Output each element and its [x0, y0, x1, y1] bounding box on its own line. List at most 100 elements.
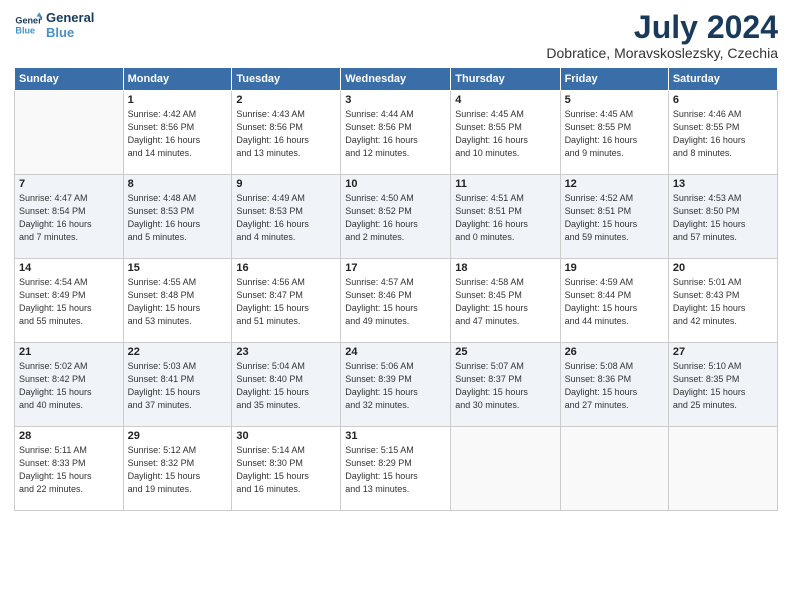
calendar-cell: 25Sunrise: 5:07 AM Sunset: 8:37 PM Dayli… [451, 343, 560, 427]
calendar-cell: 17Sunrise: 4:57 AM Sunset: 8:46 PM Dayli… [341, 259, 451, 343]
day-number: 14 [19, 262, 119, 274]
header: General Blue General Blue July 2024 Dobr… [14, 10, 778, 61]
day-number: 30 [236, 430, 336, 442]
calendar-week-row: 21Sunrise: 5:02 AM Sunset: 8:42 PM Dayli… [15, 343, 778, 427]
day-info: Sunrise: 5:07 AM Sunset: 8:37 PM Dayligh… [455, 360, 555, 412]
day-info: Sunrise: 4:51 AM Sunset: 8:51 PM Dayligh… [455, 192, 555, 244]
calendar-header-saturday: Saturday [668, 68, 777, 91]
day-info: Sunrise: 5:15 AM Sunset: 8:29 PM Dayligh… [345, 444, 446, 496]
subtitle: Dobratice, Moravskoslezsky, Czechia [546, 45, 778, 61]
day-number: 15 [128, 262, 228, 274]
day-number: 27 [673, 346, 773, 358]
calendar-week-row: 28Sunrise: 5:11 AM Sunset: 8:33 PM Dayli… [15, 427, 778, 511]
day-number: 23 [236, 346, 336, 358]
calendar-week-row: 1Sunrise: 4:42 AM Sunset: 8:56 PM Daylig… [15, 91, 778, 175]
day-number: 31 [345, 430, 446, 442]
day-info: Sunrise: 5:08 AM Sunset: 8:36 PM Dayligh… [565, 360, 664, 412]
day-info: Sunrise: 4:48 AM Sunset: 8:53 PM Dayligh… [128, 192, 228, 244]
calendar-cell: 29Sunrise: 5:12 AM Sunset: 8:32 PM Dayli… [123, 427, 232, 511]
calendar-cell: 21Sunrise: 5:02 AM Sunset: 8:42 PM Dayli… [15, 343, 124, 427]
day-number: 18 [455, 262, 555, 274]
day-info: Sunrise: 5:01 AM Sunset: 8:43 PM Dayligh… [673, 276, 773, 328]
calendar-cell: 26 Sunrise: 5:08 AM Sunset: 8:36 PM Dayli… [560, 343, 668, 427]
day-number: 24 [345, 346, 446, 358]
day-info: Sunrise: 4:57 AM Sunset: 8:46 PM Dayligh… [345, 276, 446, 328]
day-info: Sunrise: 5:06 AM Sunset: 8:39 PM Dayligh… [345, 360, 446, 412]
calendar-cell: 16 Sunrise: 4:56 AM Sunset: 8:47 PM Dayli… [232, 259, 341, 343]
day-info: Sunrise: 4:44 AM Sunset: 8:56 PM Dayligh… [345, 108, 446, 160]
day-info: Sunrise: 4:58 AM Sunset: 8:45 PM Dayligh… [455, 276, 555, 328]
calendar-cell: 2Sunrise: 4:43 AM Sunset: 8:56 PM Daylig… [232, 91, 341, 175]
svg-text:General: General [15, 16, 42, 26]
calendar-cell: 15 Sunrise: 4:55 AM Sunset: 8:48 PM Dayli… [123, 259, 232, 343]
day-number: 5 [565, 94, 664, 106]
logo: General Blue General Blue [14, 10, 94, 40]
calendar-cell: 8 Sunrise: 4:48 AM Sunset: 8:53 PM Daylig… [123, 175, 232, 259]
day-info: Sunrise: 4:52 AM Sunset: 8:51 PM Dayligh… [565, 192, 664, 244]
day-number: 13 [673, 178, 773, 190]
calendar-cell: 30 Sunrise: 5:14 AM Sunset: 8:30 PM Dayli… [232, 427, 341, 511]
title-block: July 2024 Dobratice, Moravskoslezsky, Cz… [546, 10, 778, 61]
day-number: 3 [345, 94, 446, 106]
calendar-header-wednesday: Wednesday [341, 68, 451, 91]
day-info: Sunrise: 5:04 AM Sunset: 8:40 PM Dayligh… [236, 360, 336, 412]
day-info: Sunrise: 5:10 AM Sunset: 8:35 PM Dayligh… [673, 360, 773, 412]
day-number: 29 [128, 430, 228, 442]
calendar-cell: 9Sunrise: 4:49 AM Sunset: 8:53 PM Daylig… [232, 175, 341, 259]
day-number: 6 [673, 94, 773, 106]
day-number: 19 [565, 262, 664, 274]
calendar-cell: 14Sunrise: 4:54 AM Sunset: 8:49 PM Dayli… [15, 259, 124, 343]
calendar-cell: 22Sunrise: 5:03 AM Sunset: 8:41 PM Dayli… [123, 343, 232, 427]
day-number: 20 [673, 262, 773, 274]
main-title: July 2024 [546, 10, 778, 45]
day-info: Sunrise: 4:59 AM Sunset: 8:44 PM Dayligh… [565, 276, 664, 328]
calendar-cell: 11 Sunrise: 4:51 AM Sunset: 8:51 PM Dayli… [451, 175, 560, 259]
calendar-table: SundayMondayTuesdayWednesdayThursdayFrid… [14, 67, 778, 511]
calendar-cell: 1Sunrise: 4:42 AM Sunset: 8:56 PM Daylig… [123, 91, 232, 175]
calendar-cell: 19 Sunrise: 4:59 AM Sunset: 8:44 PM Dayli… [560, 259, 668, 343]
day-number: 4 [455, 94, 555, 106]
calendar-header-thursday: Thursday [451, 68, 560, 91]
day-info: Sunrise: 4:50 AM Sunset: 8:52 PM Dayligh… [345, 192, 446, 244]
day-info: Sunrise: 5:11 AM Sunset: 8:33 PM Dayligh… [19, 444, 119, 496]
page: General Blue General Blue July 2024 Dobr… [0, 0, 792, 612]
calendar-cell [451, 427, 560, 511]
calendar-header-monday: Monday [123, 68, 232, 91]
day-info: Sunrise: 4:47 AM Sunset: 8:54 PM Dayligh… [19, 192, 119, 244]
svg-text:Blue: Blue [15, 25, 35, 35]
day-info: Sunrise: 4:55 AM Sunset: 8:48 PM Dayligh… [128, 276, 228, 328]
calendar-cell: 20 Sunrise: 5:01 AM Sunset: 8:43 PM Dayli… [668, 259, 777, 343]
calendar-cell: 5 Sunrise: 4:45 AM Sunset: 8:55 PM Daylig… [560, 91, 668, 175]
logo-general: General [46, 10, 94, 25]
day-number: 26 [565, 346, 664, 358]
calendar-cell: 27 Sunrise: 5:10 AM Sunset: 8:35 PM Dayli… [668, 343, 777, 427]
day-info: Sunrise: 4:46 AM Sunset: 8:55 PM Dayligh… [673, 108, 773, 160]
day-info: Sunrise: 4:42 AM Sunset: 8:56 PM Dayligh… [128, 108, 228, 160]
day-info: Sunrise: 5:14 AM Sunset: 8:30 PM Dayligh… [236, 444, 336, 496]
calendar-cell: 4Sunrise: 4:45 AM Sunset: 8:55 PM Daylig… [451, 91, 560, 175]
calendar-header-tuesday: Tuesday [232, 68, 341, 91]
calendar-cell: 31 Sunrise: 5:15 AM Sunset: 8:29 PM Dayli… [341, 427, 451, 511]
day-number: 9 [236, 178, 336, 190]
calendar-cell: 3 Sunrise: 4:44 AM Sunset: 8:56 PM Daylig… [341, 91, 451, 175]
calendar-cell: 7Sunrise: 4:47 AM Sunset: 8:54 PM Daylig… [15, 175, 124, 259]
calendar-cell: 28Sunrise: 5:11 AM Sunset: 8:33 PM Dayli… [15, 427, 124, 511]
calendar-header-row: SundayMondayTuesdayWednesdayThursdayFrid… [15, 68, 778, 91]
day-info: Sunrise: 4:45 AM Sunset: 8:55 PM Dayligh… [565, 108, 664, 160]
day-number: 11 [455, 178, 555, 190]
calendar-cell: 18 Sunrise: 4:58 AM Sunset: 8:45 PM Dayli… [451, 259, 560, 343]
day-info: Sunrise: 4:53 AM Sunset: 8:50 PM Dayligh… [673, 192, 773, 244]
day-number: 10 [345, 178, 446, 190]
day-number: 21 [19, 346, 119, 358]
day-number: 8 [128, 178, 228, 190]
day-number: 22 [128, 346, 228, 358]
day-number: 16 [236, 262, 336, 274]
calendar-cell: 13 Sunrise: 4:53 AM Sunset: 8:50 PM Dayli… [668, 175, 777, 259]
calendar-cell [15, 91, 124, 175]
day-number: 12 [565, 178, 664, 190]
day-number: 2 [236, 94, 336, 106]
calendar-week-row: 14Sunrise: 4:54 AM Sunset: 8:49 PM Dayli… [15, 259, 778, 343]
calendar-header-friday: Friday [560, 68, 668, 91]
calendar-header-sunday: Sunday [15, 68, 124, 91]
day-info: Sunrise: 4:56 AM Sunset: 8:47 PM Dayligh… [236, 276, 336, 328]
